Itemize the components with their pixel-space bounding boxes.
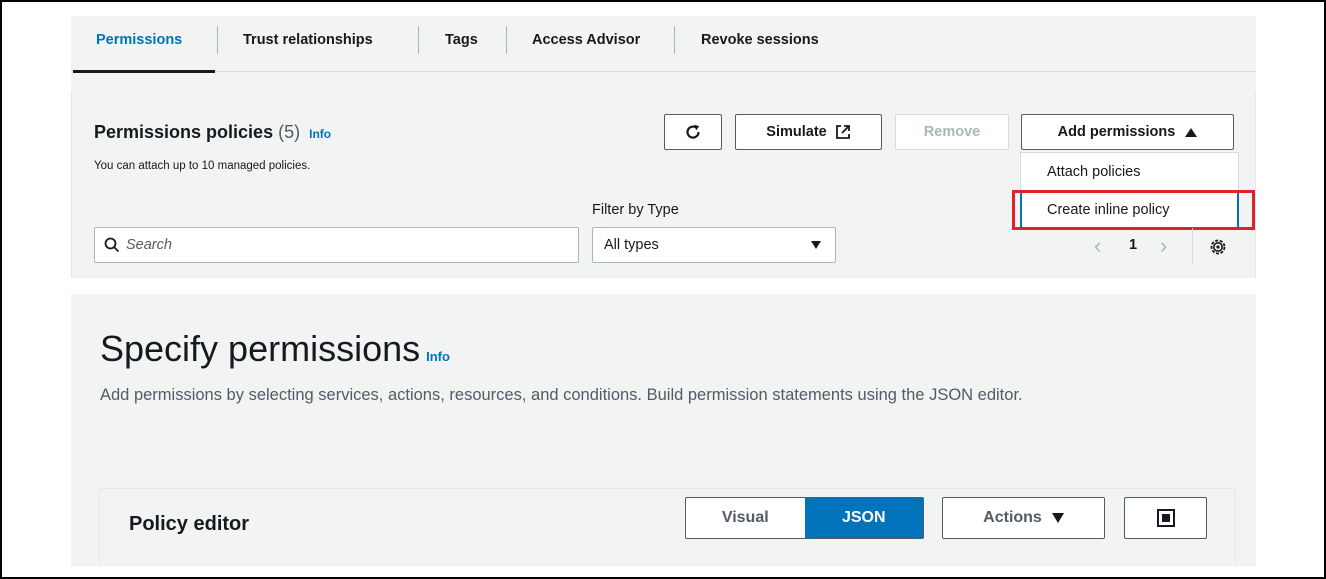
info-link[interactable]: Info: [309, 127, 331, 141]
remove-label: Remove: [923, 124, 981, 140]
pagination-divider: [1192, 228, 1193, 264]
tab-revoke-sessions[interactable]: Revoke sessions: [701, 32, 819, 48]
pagination: ‹ 1 ›: [1094, 235, 1184, 259]
current-page[interactable]: 1: [1129, 237, 1137, 253]
tab-divider: [674, 26, 675, 54]
policy-count: (5): [278, 122, 301, 142]
permissions-policies-title: Permissions policies: [94, 122, 274, 142]
remove-button[interactable]: Remove: [895, 114, 1009, 150]
search-icon: [104, 237, 120, 253]
info-link[interactable]: Info: [426, 349, 450, 364]
fullscreen-button[interactable]: [1124, 497, 1207, 539]
search-input[interactable]: Search: [94, 227, 579, 263]
active-tab-indicator: [73, 70, 215, 73]
add-permissions-label: Add permissions: [1057, 124, 1176, 140]
specify-permissions-heading: Specify permissions Info: [100, 328, 450, 370]
settings-icon[interactable]: [1209, 238, 1227, 256]
highlight-box: [1012, 190, 1255, 230]
simulate-label: Simulate: [766, 124, 827, 140]
menu-item-attach-policies[interactable]: Attach policies: [1047, 164, 1141, 180]
specify-permissions-panel: Specify permissions Info Add permissions …: [71, 294, 1256, 566]
tab-bar: Permissions Trust relationships Tags Acc…: [71, 16, 1256, 73]
caret-down-icon: [1051, 513, 1064, 523]
caret-down-icon: [811, 241, 821, 249]
tab-access-advisor[interactable]: Access Advisor: [532, 32, 640, 48]
previous-page-button[interactable]: ‹: [1094, 235, 1101, 257]
search-placeholder: Search: [126, 237, 172, 253]
next-page-button[interactable]: ›: [1160, 235, 1167, 257]
policy-editor-title: Policy editor: [129, 513, 250, 535]
refresh-icon: [686, 124, 700, 139]
type-filter-value: All types: [604, 237, 659, 253]
type-filter-select[interactable]: All types: [592, 227, 836, 263]
tab-trust-relationships[interactable]: Trust relationships: [243, 32, 373, 48]
filter-by-type-label: Filter by Type: [592, 202, 679, 218]
permissions-policies-heading: Permissions policies (5) Info: [94, 122, 331, 143]
external-link-icon: [835, 125, 850, 139]
refresh-button[interactable]: [664, 114, 722, 150]
actions-label: Actions: [983, 509, 1042, 526]
fullscreen-icon-fill: [1162, 514, 1170, 522]
actions-dropdown-button[interactable]: Actions: [942, 497, 1105, 539]
policy-editor-card: Policy editor Visual JSON Actions: [99, 488, 1236, 566]
visual-mode-button[interactable]: Visual: [686, 498, 805, 538]
caret-up-icon: [1185, 127, 1198, 137]
tab-divider: [418, 26, 419, 54]
specify-permissions-title: Specify permissions: [100, 328, 421, 369]
policies-subtitle: You can attach up to 10 managed policies…: [94, 160, 311, 172]
tab-divider: [506, 26, 507, 54]
simulate-button[interactable]: Simulate: [735, 114, 882, 150]
fullscreen-icon: [1157, 509, 1175, 527]
json-mode-button[interactable]: JSON: [804, 498, 923, 538]
tab-permissions[interactable]: Permissions: [96, 32, 182, 48]
add-permissions-button[interactable]: Add permissions: [1021, 114, 1234, 150]
tab-tags[interactable]: Tags: [445, 32, 478, 48]
editor-mode-toggle: Visual JSON: [685, 497, 924, 539]
tab-divider: [217, 26, 218, 54]
specify-permissions-description: Add permissions by selecting services, a…: [100, 386, 1023, 404]
